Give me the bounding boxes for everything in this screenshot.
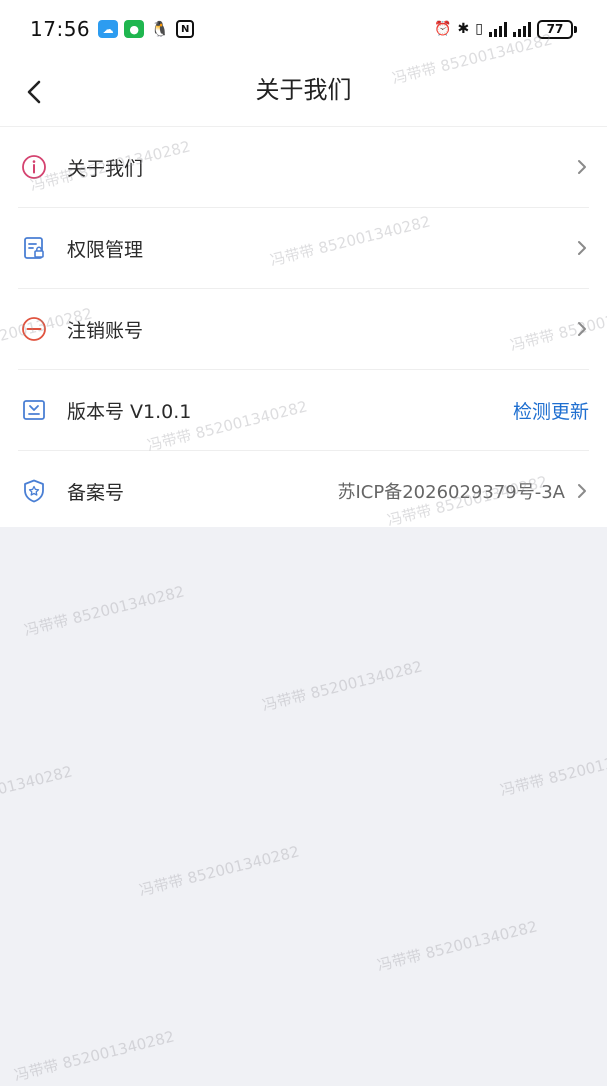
watermark: 冯带带 852001340282: [12, 1027, 177, 1085]
list-item-label: 备案号: [67, 481, 125, 504]
back-arrow-icon: [27, 80, 41, 104]
status-time: 17:56: [30, 17, 91, 41]
page-title: 关于我们: [255, 76, 352, 104]
wechat-icon: ●: [124, 20, 145, 38]
chevron-right-icon: [575, 238, 589, 258]
info-icon: [20, 153, 48, 181]
list-item-version: 版本号 V1.0.1 检测更新: [18, 370, 589, 451]
watermark: 冯带带 852001340282: [0, 762, 75, 819]
watermark: 冯带带 852001340282: [375, 917, 540, 975]
vibrate-icon: ▯: [475, 21, 483, 37]
alarm-icon: ⏰: [434, 21, 452, 37]
filing-shield-icon: [20, 477, 48, 505]
list-item-permission-management[interactable]: 权限管理: [18, 208, 589, 289]
cancel-account-icon: [20, 315, 48, 343]
list-item-label: 权限管理: [67, 238, 144, 261]
chevron-right-icon: [575, 319, 589, 339]
version-icon: [20, 396, 48, 424]
nfc-icon: N: [176, 20, 195, 38]
system-status-icons: ⏰ ✱ ▯ 77: [434, 19, 577, 39]
filing-number-value: 苏ICP备2026029379号-3A: [337, 482, 565, 503]
bluetooth-icon: ✱: [457, 21, 470, 37]
list-item-label: 关于我们: [67, 157, 144, 180]
check-update-button[interactable]: 检测更新: [513, 397, 589, 424]
status-bar: 17:56 ☁ ● 🐧 N ⏰ ✱ ▯ 77: [0, 0, 607, 58]
settings-list: 关于我们 权限管理 注销账号 版本号 V1.0.1 检测更新 备案号 苏ICP备…: [0, 127, 607, 527]
watermark: 冯带带 852001340282: [137, 842, 302, 900]
watermark: 冯带带 852001340282: [498, 742, 607, 800]
watermark: 冯带带 852001340282: [260, 657, 425, 715]
nav-header: 关于我们: [0, 58, 607, 127]
version-label: 版本号 V1.0.1: [67, 400, 192, 423]
qq-icon: 🐧: [150, 20, 171, 38]
battery-level: 77: [537, 19, 573, 39]
back-button[interactable]: [14, 72, 54, 112]
notification-icons: ☁ ● 🐧 N: [98, 20, 195, 38]
list-item-label: 注销账号: [67, 319, 144, 342]
chevron-right-icon: [575, 157, 589, 177]
battery-icon: 77: [537, 19, 577, 39]
signal-icon: [489, 21, 507, 37]
permission-icon: [20, 234, 48, 262]
signal-2-icon: [513, 21, 531, 37]
watermark: 冯带带 852001340282: [22, 582, 187, 640]
list-item-about-us[interactable]: 关于我们: [18, 127, 589, 208]
battery-tip: [574, 25, 577, 33]
chevron-right-icon: [575, 481, 589, 501]
list-item-cancel-account[interactable]: 注销账号: [18, 289, 589, 370]
cloud-app-icon: ☁: [98, 20, 119, 38]
list-item-filing-number[interactable]: 备案号 苏ICP备2026029379号-3A: [18, 451, 589, 531]
